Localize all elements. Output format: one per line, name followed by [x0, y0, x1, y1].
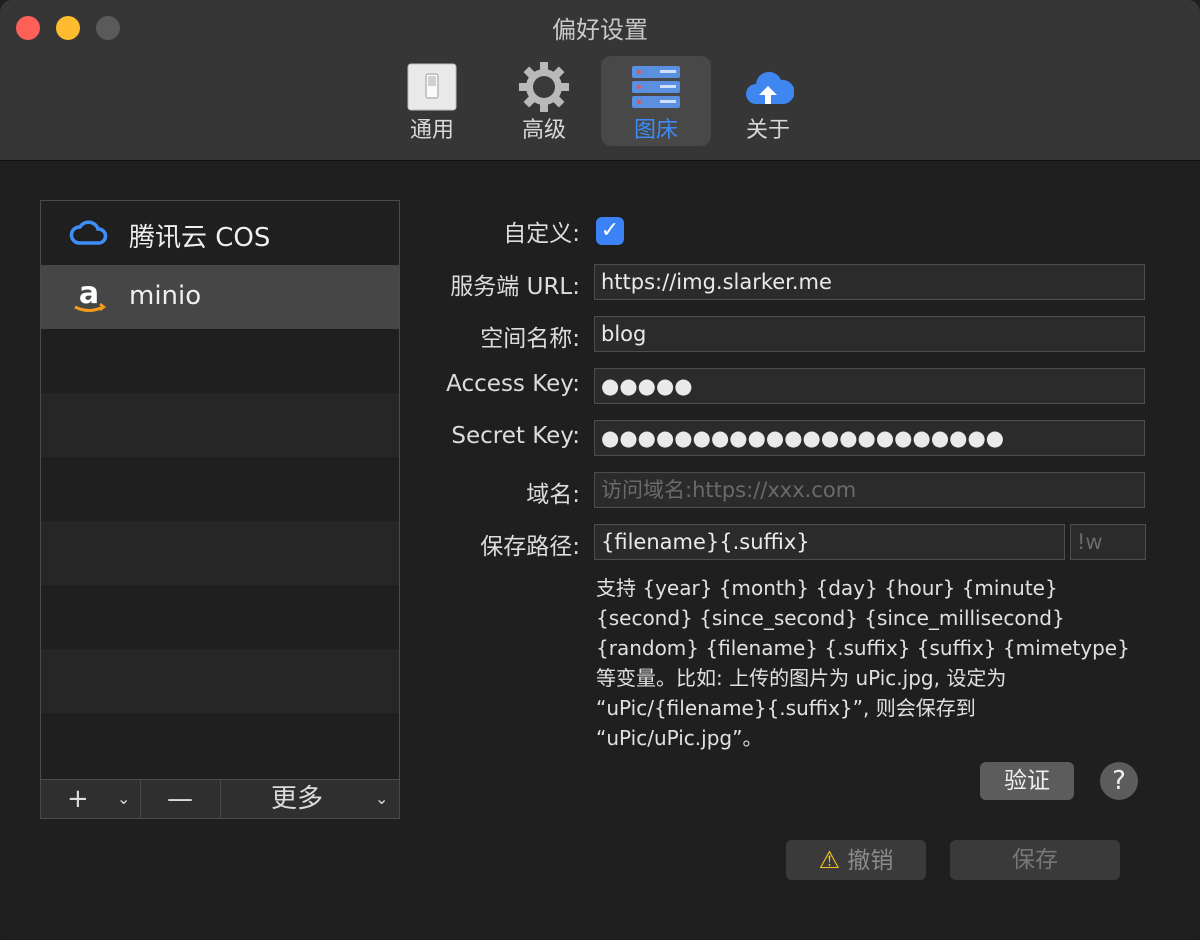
- save-path-field[interactable]: [594, 524, 1065, 560]
- suffix-field[interactable]: [1070, 524, 1146, 560]
- tab-about-label: 关于: [745, 118, 790, 143]
- list-item: [41, 329, 399, 393]
- cloud-upload-icon: [746, 71, 794, 104]
- secret-key-label: Secret Key:: [451, 423, 580, 449]
- list-item: [41, 713, 399, 777]
- access-key-input[interactable]: [595, 369, 1144, 403]
- switch-icon: [407, 63, 457, 111]
- host-item-minio[interactable]: a minio: [41, 265, 399, 329]
- more-label: 更多: [271, 784, 324, 814]
- amazon-icon: a: [74, 279, 107, 312]
- server-url-field[interactable]: [594, 264, 1145, 300]
- list-item: [41, 457, 399, 521]
- list-toolbar: + ⌄ — 更多 ⌄: [40, 779, 400, 819]
- custom-label: 自定义:: [503, 221, 580, 247]
- access-key-field[interactable]: [594, 368, 1145, 404]
- bucket-input[interactable]: [595, 317, 1144, 351]
- server-url-input[interactable]: [595, 265, 1144, 299]
- domain-input[interactable]: [595, 473, 1144, 507]
- server-icon: [632, 66, 680, 108]
- bucket-field[interactable]: [594, 316, 1145, 352]
- domain-label: 域名:: [526, 482, 580, 508]
- custom-checkbox[interactable]: ✓: [596, 217, 624, 245]
- save-path-label: 保存路径:: [480, 534, 580, 560]
- more-menu-button[interactable]: 更多 ⌄: [221, 780, 399, 818]
- preferences-window: 偏好设置 通用 高级 图床 关于 腾讯云 COS a minio + ⌄ — 更…: [0, 0, 1200, 940]
- domain-field[interactable]: [594, 472, 1145, 508]
- titlebar: 偏好设置 通用 高级 图床 关于: [0, 0, 1200, 161]
- svg-text:a: a: [79, 279, 99, 311]
- tab-advanced-label: 高级: [521, 118, 566, 143]
- tab-about[interactable]: 关于: [713, 56, 823, 146]
- chevron-down-icon: ⌄: [117, 789, 131, 808]
- host-item-label: minio: [129, 281, 202, 311]
- suffix-input[interactable]: [1071, 525, 1145, 559]
- bucket-label: 空间名称:: [480, 326, 580, 352]
- tab-general-label: 通用: [409, 118, 454, 143]
- gear-icon: [519, 62, 569, 112]
- tab-advanced[interactable]: 高级: [489, 56, 599, 146]
- list-item: [41, 649, 399, 713]
- host-list: 腾讯云 COS a minio: [40, 200, 400, 780]
- host-item-label: 腾讯云 COS: [129, 223, 271, 253]
- server-url-label: 服务端 URL:: [450, 274, 580, 300]
- revert-button[interactable]: ⚠ 撤销: [786, 840, 926, 880]
- chevron-down-icon: ⌄: [375, 789, 389, 808]
- access-key-label: Access Key:: [446, 371, 580, 397]
- tab-general[interactable]: 通用: [377, 56, 487, 146]
- save-path-help-text: 支持 {year} {month} {day} {hour} {minute} …: [596, 576, 1130, 750]
- tab-image-hosts-label: 图床: [633, 118, 678, 143]
- save-path-input[interactable]: [595, 525, 1064, 559]
- secret-key-input[interactable]: [595, 421, 1144, 455]
- add-host-button[interactable]: + ⌄: [41, 780, 139, 818]
- verify-button[interactable]: 验证: [980, 762, 1074, 800]
- add-label: +: [67, 784, 89, 814]
- save-button[interactable]: 保存: [950, 840, 1120, 880]
- list-item: [41, 521, 399, 585]
- secret-key-field[interactable]: [594, 420, 1145, 456]
- list-item: [41, 393, 399, 457]
- checkmark-icon: ✓: [600, 218, 620, 243]
- tab-image-hosts[interactable]: 图床: [601, 56, 711, 146]
- help-button[interactable]: ?: [1100, 762, 1138, 800]
- remove-host-button[interactable]: —: [141, 780, 219, 818]
- warning-icon: ⚠: [818, 846, 841, 874]
- revert-label: 撤销: [847, 848, 894, 874]
- list-item: [41, 585, 399, 649]
- host-item-tencent-cos[interactable]: 腾讯云 COS: [41, 201, 399, 265]
- window-title: 偏好设置: [552, 16, 648, 44]
- tencent-cloud-icon: [69, 220, 108, 245]
